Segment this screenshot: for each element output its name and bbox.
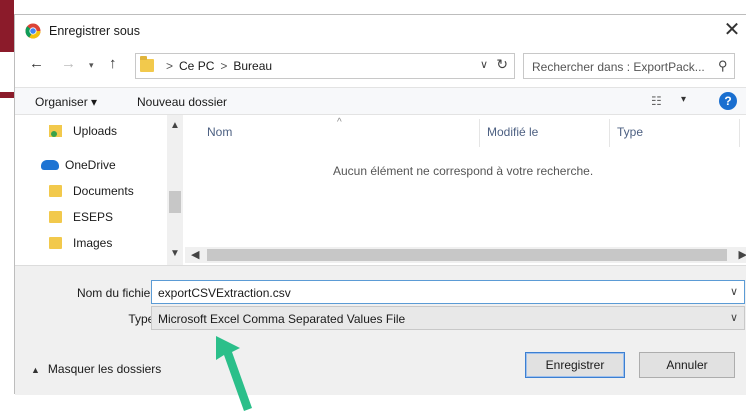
dialog-title: Enregistrer sous	[49, 24, 141, 38]
sidebar-item-label: ESEPS	[73, 210, 114, 224]
onedrive-cloud-icon	[41, 160, 59, 170]
file-type-value: Microsoft Excel Comma Separated Values F…	[158, 312, 406, 326]
breadcrumb: > Ce PC > Bureau	[160, 59, 272, 73]
column-divider[interactable]	[739, 119, 740, 147]
sidebar-item-label: Uploads	[73, 124, 118, 138]
back-arrow-icon[interactable]: ←	[29, 55, 44, 72]
scroll-up-icon[interactable]: ▲	[170, 120, 180, 131]
breadcrumb-separator: >	[220, 59, 228, 73]
column-divider[interactable]	[609, 119, 610, 147]
navigation-pane: Uploads OneDrive Documents ESEPS Images	[15, 115, 183, 265]
empty-results-message: Aucun élément ne correspond à votre rech…	[333, 164, 594, 178]
navigation-pane-scrollbar[interactable]: ▲ ▼	[167, 115, 183, 265]
chrome-icon	[25, 23, 41, 39]
scroll-right-icon[interactable]: ▶	[739, 248, 746, 261]
filename-field[interactable]: exportCSVExtraction.csv ∨	[151, 280, 745, 304]
file-type-label: Type :	[128, 312, 161, 326]
file-list: Nom ^ Modifié le Type Aucun élément ne c…	[185, 115, 746, 265]
file-type-select[interactable]: Microsoft Excel Comma Separated Values F…	[151, 306, 745, 330]
breadcrumb-item-ce-pc[interactable]: Ce PC	[179, 59, 214, 73]
chevron-up-icon: ▲	[31, 365, 40, 375]
chevron-down-icon[interactable]: ∨	[730, 311, 738, 324]
breadcrumb-item-bureau[interactable]: Bureau	[233, 59, 272, 73]
background-app-accent	[0, 0, 14, 52]
save-as-dialog: Enregistrer sous ✕ ← → ▾ ↑ > Ce PC > Bureau…	[14, 14, 746, 395]
background-app-accent-lower	[0, 92, 14, 98]
save-button[interactable]: Enregistrer	[525, 352, 625, 378]
view-options-chevron-icon[interactable]: ▾	[681, 94, 686, 105]
forward-arrow-icon[interactable]: →	[61, 55, 76, 72]
close-button[interactable]: ✕	[718, 18, 746, 44]
view-options-icon[interactable]: ☷	[651, 94, 662, 108]
hide-folders-toggle[interactable]: ▲ Masquer les dossiers	[31, 362, 161, 376]
navigation-bar: ← → ▾ ↑ > Ce PC > Bureau ∨ ↻ Rechercher dan…	[15, 51, 746, 81]
help-icon[interactable]: ?	[719, 92, 737, 110]
search-box[interactable]: Rechercher dans : ExportPack... ⚲	[523, 53, 735, 79]
folder-icon	[140, 56, 154, 72]
title-bar: Enregistrer sous ✕	[15, 15, 746, 47]
save-options-panel: Nom du fichier : exportCSVExtraction.csv…	[15, 265, 746, 395]
breadcrumb-separator: >	[166, 59, 174, 73]
sort-ascending-icon: ^	[337, 117, 342, 128]
new-folder-button[interactable]: Nouveau dossier	[137, 95, 227, 109]
column-header-modified[interactable]: Modifié le	[487, 125, 538, 139]
scroll-down-icon[interactable]: ▼	[170, 248, 180, 259]
column-header-name[interactable]: Nom	[207, 125, 232, 139]
recent-locations-chevron-icon[interactable]: ▾	[89, 60, 94, 71]
scrollbar-thumb[interactable]	[169, 191, 181, 213]
column-divider[interactable]	[479, 119, 480, 147]
folder-icon	[49, 211, 62, 223]
search-icon[interactable]: ⚲	[718, 58, 728, 74]
background-app-bar	[0, 0, 746, 15]
sidebar-item-label: Images	[73, 236, 113, 250]
cancel-button[interactable]: Annuler	[639, 352, 735, 378]
column-header-type[interactable]: Type	[617, 125, 643, 139]
scroll-left-icon[interactable]: ◀	[191, 248, 199, 261]
sidebar-item-label: OneDrive	[65, 158, 116, 172]
annotation-arrow-icon	[216, 336, 252, 411]
hide-folders-label: Masquer les dossiers	[47, 362, 162, 376]
search-input[interactable]: Rechercher dans : ExportPack...	[532, 60, 705, 74]
up-arrow-icon[interactable]: ↑	[109, 55, 117, 72]
filename-label: Nom du fichier :	[76, 286, 161, 300]
uploads-folder-icon	[49, 125, 62, 137]
folder-icon	[49, 185, 62, 197]
folder-icon	[49, 237, 62, 249]
organize-menu-button[interactable]: Organiser ▾	[35, 95, 97, 109]
chevron-down-icon[interactable]: ∨	[730, 285, 738, 298]
address-dropdown-icon[interactable]: ∨	[480, 58, 488, 71]
horizontal-scrollbar[interactable]: ◀ ▶	[185, 247, 746, 263]
sidebar-item-label: Documents	[73, 184, 134, 198]
refresh-icon[interactable]: ↻	[496, 56, 508, 73]
address-bar[interactable]: > Ce PC > Bureau ∨ ↻	[135, 53, 515, 79]
command-toolbar: Organiser ▾ Nouveau dossier ☷ ▾ ?	[15, 87, 746, 115]
scrollbar-thumb[interactable]	[207, 249, 727, 261]
filename-input[interactable]: exportCSVExtraction.csv	[158, 286, 291, 300]
